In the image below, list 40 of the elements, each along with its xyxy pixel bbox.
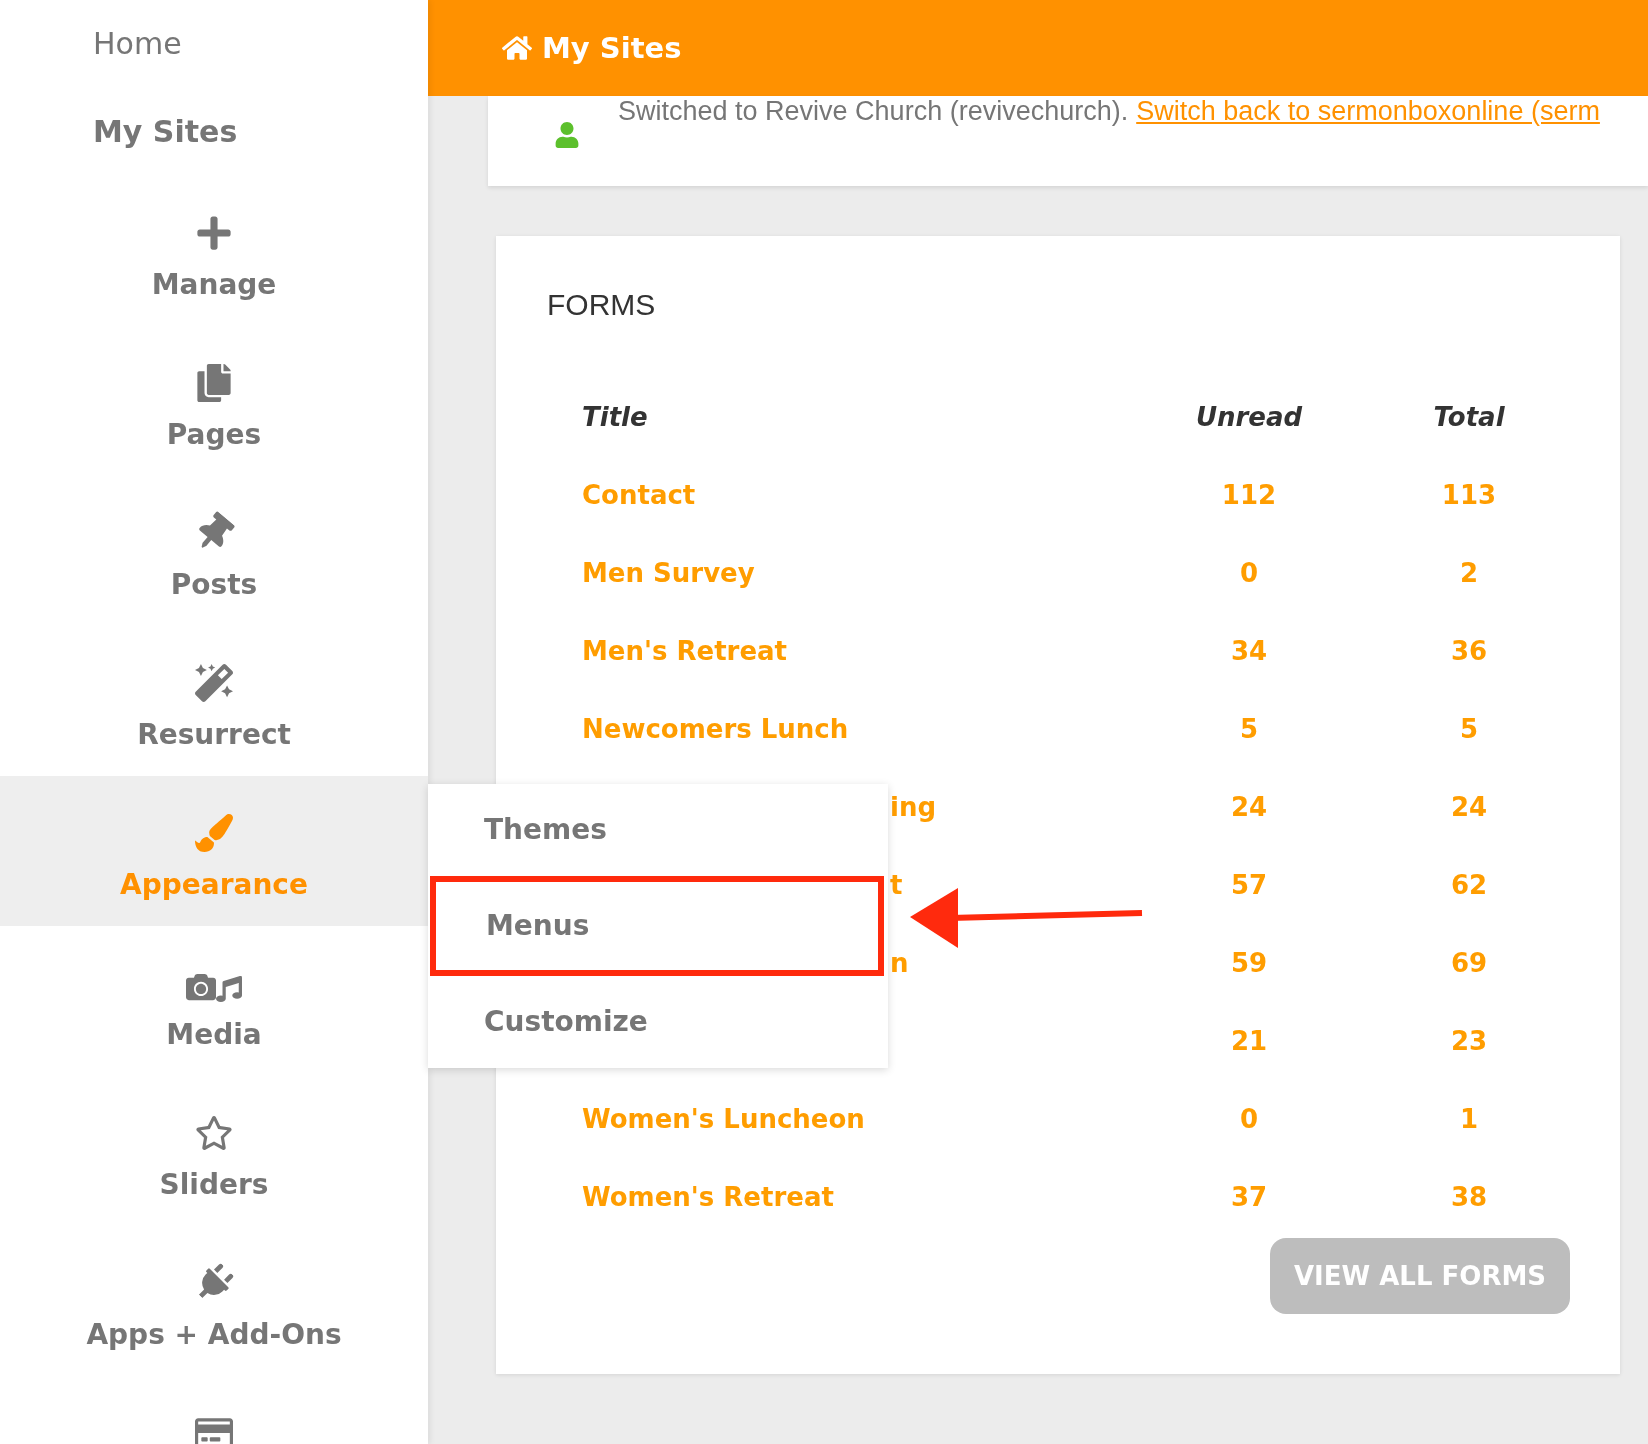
unread-count: 112	[1221, 480, 1277, 510]
total-count: 5	[1459, 714, 1479, 744]
sidebar-item[interactable]: Media	[0, 926, 428, 1076]
total-count: 36	[1450, 636, 1488, 666]
column-header: Title	[582, 402, 648, 432]
total-count: 62	[1450, 870, 1488, 900]
unread-count: 59	[1230, 948, 1268, 978]
total-count: 23	[1450, 1026, 1488, 1056]
sidebar-item[interactable]: Resurrect	[0, 626, 428, 776]
total-count: 38	[1450, 1182, 1488, 1212]
sidebar-item[interactable]: Apps + Add-Ons	[0, 1226, 428, 1376]
total-count: 69	[1450, 948, 1488, 978]
sidebar-item[interactable]: Manage	[0, 176, 428, 326]
total-count: 2	[1459, 558, 1479, 588]
sidebar-item[interactable]: Pages	[0, 326, 428, 476]
houses-icon	[502, 33, 532, 63]
column-header: Unread	[1195, 402, 1303, 432]
unread-count: 0	[1239, 1104, 1259, 1134]
total-count: 1	[1459, 1104, 1479, 1134]
card-title: FORMS	[547, 288, 657, 323]
total-count: 113	[1441, 480, 1497, 510]
submenu-item[interactable]: Menus	[430, 876, 884, 976]
sidebar-item[interactable]: Posts	[0, 476, 428, 626]
header-title: My Sites	[542, 31, 682, 65]
unread-count: 37	[1230, 1182, 1268, 1212]
submenu-item[interactable]: Customize	[428, 976, 888, 1068]
unread-count: 57	[1230, 870, 1268, 900]
unread-count: 0	[1239, 558, 1259, 588]
unread-count: 21	[1230, 1026, 1268, 1056]
total-count: 24	[1450, 792, 1488, 822]
column-header: Total	[1433, 402, 1505, 432]
unread-count: 24	[1230, 792, 1268, 822]
submenu-item[interactable]: Themes	[428, 784, 888, 876]
unread-count: 34	[1230, 636, 1268, 666]
sidebar-item[interactable]: Sliders	[0, 1076, 428, 1226]
sidebar-link[interactable]: My Sites	[0, 88, 428, 176]
user-icon	[554, 122, 580, 148]
unread-count: 5	[1239, 714, 1259, 744]
sidebar-link[interactable]: Home	[0, 0, 428, 88]
notice-text: Switched to Revive Church (revivechurch). Switch back to sermonboxonline (serm	[618, 96, 1600, 127]
